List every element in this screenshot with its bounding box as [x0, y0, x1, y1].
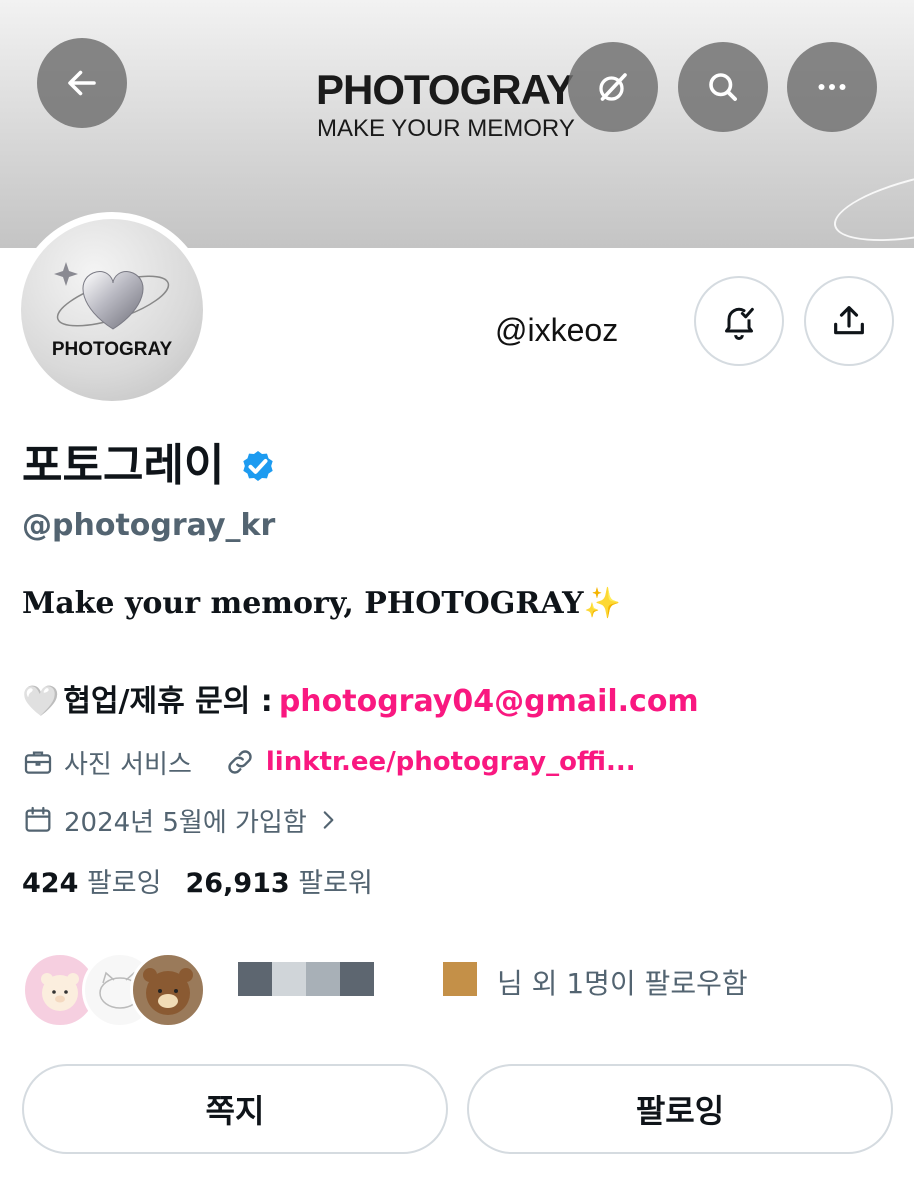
- search-button[interactable]: [678, 42, 768, 132]
- briefcase-icon: [24, 751, 52, 774]
- followed-by-text[interactable]: 님 외 1명이 팔로우함: [497, 962, 748, 1002]
- overlay-handle-text: @ixkeoz: [495, 312, 619, 348]
- joined-date: 2024년 5월에 가입함: [64, 807, 307, 838]
- share-button[interactable]: [804, 276, 894, 366]
- following-label: 팔로잉: [86, 868, 162, 899]
- notifications-button[interactable]: [694, 276, 784, 366]
- grok-button[interactable]: [568, 42, 658, 132]
- share-icon: [834, 306, 864, 335]
- bell-check-icon: [725, 307, 754, 340]
- redacted-block: [306, 962, 340, 996]
- username: @photogray_kr: [22, 508, 276, 543]
- arrow-left-icon: [68, 70, 96, 96]
- bio-email-link[interactable]: photogray04@gmail.com: [279, 680, 699, 724]
- banner-tagline: MAKE YOUR MEMORY: [317, 115, 575, 142]
- rilakkuma-icon: [143, 968, 193, 1015]
- following-button[interactable]: 팔로잉: [467, 1064, 893, 1154]
- website-link[interactable]: linktr.ee/photogray_offi...: [266, 747, 636, 777]
- bio-line: Make your memory, PHOTOGRAY✨: [22, 586, 621, 621]
- redacted-block: [443, 962, 477, 996]
- heart-logo-icon: [54, 262, 170, 330]
- avatar-brand-text: PHOTOGRAY: [51, 339, 173, 360]
- calendar-icon: [25, 806, 51, 832]
- mutual-follower-avatar[interactable]: [130, 952, 206, 1028]
- redacted-block: [238, 962, 272, 996]
- banner-brand: PHOTOGRAY: [316, 66, 574, 113]
- bio-contact-line: 🤍 협업/제휴 문의 : photogray04@gmail.com: [22, 680, 699, 724]
- avatar[interactable]: PHOTOGRAY: [21, 219, 203, 401]
- more-icon: [818, 84, 846, 90]
- following-count: 424: [22, 868, 79, 899]
- link-icon: [228, 750, 252, 774]
- redacted-block: [340, 962, 374, 996]
- name-row: 포토그레이: [22, 436, 278, 496]
- followers-stat[interactable]: 26,913 팔로워: [186, 868, 397, 899]
- chevron-right-icon: [323, 811, 334, 829]
- display-name: 포토그레이: [22, 440, 225, 491]
- search-icon: [709, 73, 737, 101]
- meta-row-category-website: 사진 서비스 linktr.ee/photogray_offi...: [22, 742, 636, 782]
- back-button[interactable]: [37, 38, 127, 128]
- followers-count: 26,913: [185, 868, 290, 899]
- verified-badge-icon[interactable]: [238, 446, 278, 486]
- followers-label: 팔로워: [298, 868, 373, 899]
- message-button[interactable]: 쪽지: [22, 1064, 448, 1154]
- follow-stats: 424 팔로잉 26,913 팔로워: [22, 864, 397, 904]
- bio-contact-label: 협업/제휴 문의 :: [63, 684, 273, 719]
- more-button[interactable]: [787, 42, 877, 132]
- following-stat[interactable]: 424 팔로잉: [22, 868, 186, 899]
- redacted-block: [272, 962, 306, 996]
- white-heart-icon: 🤍: [22, 684, 60, 719]
- banner-decoration: [827, 154, 914, 248]
- profile-banner[interactable]: PHOTOGRAY MAKE YOUR MEMORY: [0, 0, 914, 248]
- profile-category: 사진 서비스: [64, 749, 192, 780]
- joined-date-row[interactable]: 2024년 5월에 가입함: [22, 800, 351, 840]
- slash-circle-icon: [599, 73, 627, 101]
